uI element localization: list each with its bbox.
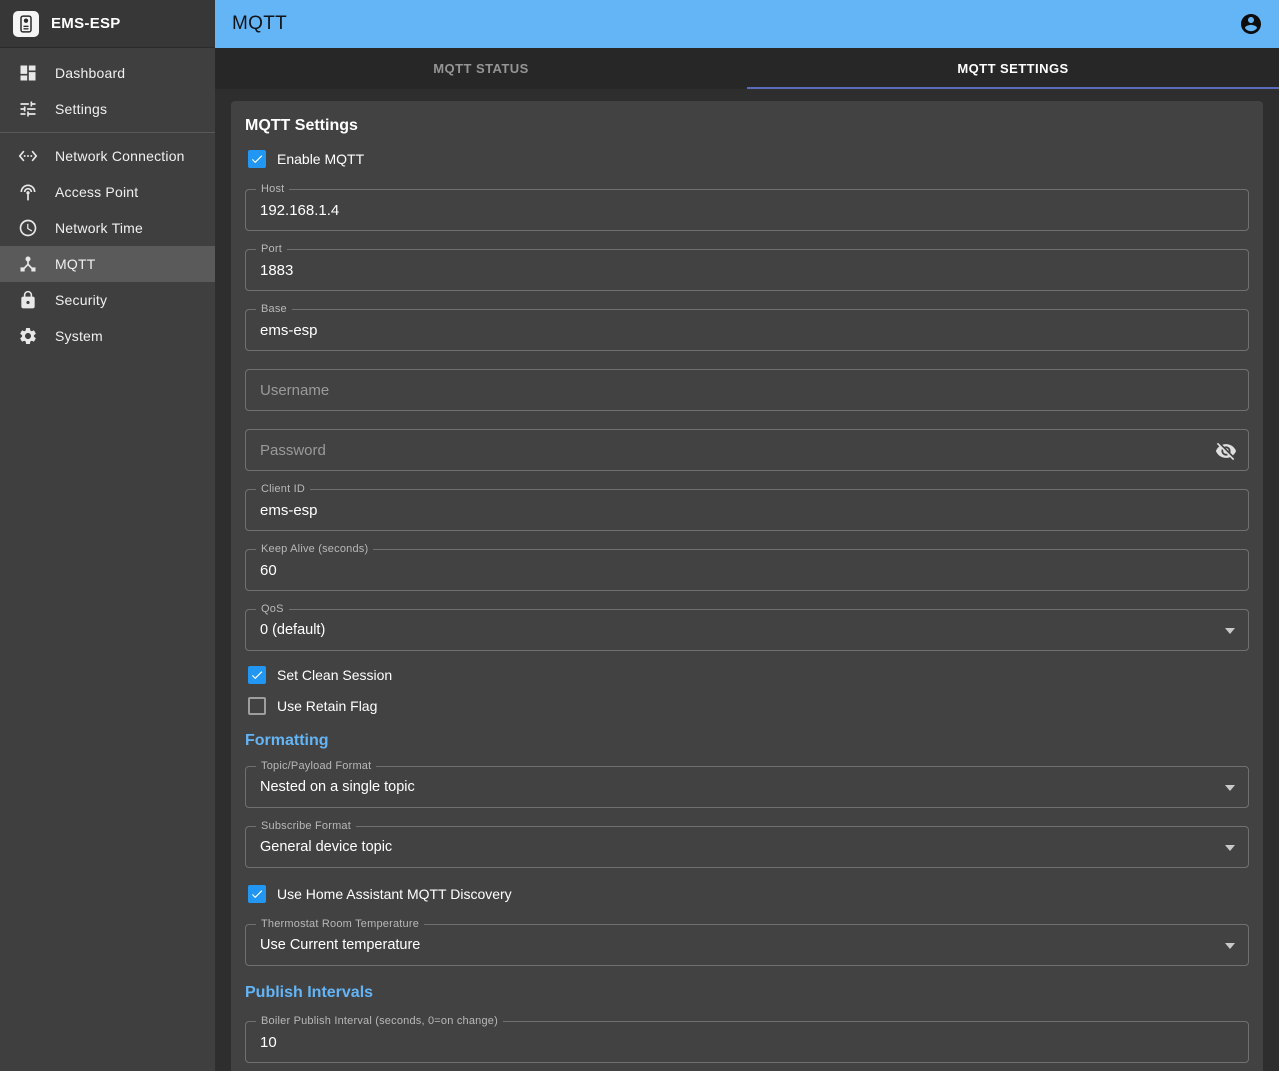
client-id-input[interactable] [246, 490, 1248, 530]
dropdown-caret-icon [1225, 628, 1235, 634]
boiler-publish-interval-input[interactable] [246, 1022, 1248, 1062]
sidebar-item-security[interactable]: Security [0, 282, 215, 318]
account-icon[interactable] [1238, 11, 1264, 37]
checkbox-icon [248, 150, 266, 168]
tabbar: MQTT STATUS MQTT SETTINGS [215, 48, 1279, 89]
mqtt-settings-card: MQTT Settings Enable MQTT Host Port [231, 101, 1263, 1071]
checkbox-label: Enable MQTT [277, 151, 364, 167]
topbar: MQTT [215, 0, 1279, 48]
field-label: Thermostat Room Temperature [256, 918, 424, 930]
thermostat-room-temp-select[interactable]: Thermostat Room Temperature Use Current … [245, 924, 1249, 966]
tab-mqtt-status[interactable]: MQTT STATUS [215, 48, 747, 89]
tune-icon [18, 99, 38, 119]
keep-alive-field: Keep Alive (seconds) [245, 549, 1249, 591]
content-area: MQTT Settings Enable MQTT Host Port [215, 89, 1279, 1071]
host-field: Host [245, 189, 1249, 231]
base-input[interactable] [246, 310, 1248, 350]
ha-discovery-checkbox[interactable]: Use Home Assistant MQTT Discovery [245, 884, 512, 904]
client-id-field: Client ID [245, 489, 1249, 531]
field-label: QoS [256, 603, 289, 615]
tab-mqtt-settings[interactable]: MQTT SETTINGS [747, 48, 1279, 89]
sidebar: EMS-ESP Dashboard Settings Network [0, 0, 215, 1071]
card-heading: MQTT Settings [245, 117, 1249, 135]
sidebar-item-label: Settings [55, 101, 107, 117]
username-field [245, 369, 1249, 411]
sidebar-item-settings[interactable]: Settings [0, 91, 215, 127]
port-input[interactable] [246, 250, 1248, 290]
sidebar-item-mqtt[interactable]: MQTT [0, 246, 215, 282]
sidebar-item-label: Dashboard [55, 65, 125, 81]
field-label: Keep Alive (seconds) [256, 543, 373, 555]
sidebar-item-network-connection[interactable]: Network Connection [0, 138, 215, 174]
keep-alive-input[interactable] [246, 550, 1248, 590]
sidebar-item-network-time[interactable]: Network Time [0, 210, 215, 246]
select-value: Use Current temperature [246, 925, 1248, 965]
base-field: Base [245, 309, 1249, 351]
dropdown-caret-icon [1225, 943, 1235, 949]
checkbox-icon [248, 885, 266, 903]
formatting-heading: Formatting [245, 732, 1249, 750]
ems-esp-logo-icon [13, 11, 39, 37]
clean-session-checkbox[interactable]: Set Clean Session [245, 665, 392, 685]
publish-intervals-heading: Publish Intervals [245, 984, 1249, 1002]
sidebar-item-dashboard[interactable]: Dashboard [0, 55, 215, 91]
subscribe-format-select[interactable]: Subscribe Format General device topic [245, 826, 1249, 868]
port-field: Port [245, 249, 1249, 291]
dropdown-caret-icon [1225, 845, 1235, 851]
field-label: Base [256, 303, 292, 315]
enable-mqtt-checkbox[interactable]: Enable MQTT [245, 149, 364, 169]
checkbox-label: Use Home Assistant MQTT Discovery [277, 886, 512, 902]
sidebar-header: EMS-ESP [0, 0, 215, 48]
sidebar-nav: Dashboard Settings Network Connection [0, 48, 215, 354]
app-title: EMS-ESP [51, 15, 121, 32]
main-area: MQTT MQTT STATUS MQTT SETTINGS MQTT Sett… [215, 0, 1279, 1071]
checkbox-label: Set Clean Session [277, 667, 392, 683]
host-input[interactable] [246, 190, 1248, 230]
select-value: General device topic [246, 827, 1248, 867]
boiler-publish-interval-field: Boiler Publish Interval (seconds, 0=on c… [245, 1021, 1249, 1063]
visibility-off-icon[interactable] [1214, 439, 1238, 463]
wifi-tethering-icon [18, 182, 38, 202]
clock-icon [18, 218, 38, 238]
sidebar-item-label: Network Connection [55, 148, 185, 164]
sidebar-item-access-point[interactable]: Access Point [0, 174, 215, 210]
ems-esp-app: EMS-ESP Dashboard Settings Network [0, 0, 1279, 1071]
field-label: Host [256, 183, 289, 195]
dropdown-caret-icon [1225, 785, 1235, 791]
username-input[interactable] [246, 370, 1248, 410]
sidebar-item-label: MQTT [55, 256, 95, 272]
qos-select[interactable]: QoS 0 (default) [245, 609, 1249, 651]
sidebar-divider [0, 132, 215, 133]
sidebar-item-label: Security [55, 292, 107, 308]
sidebar-item-system[interactable]: System [0, 318, 215, 354]
checkbox-icon [248, 666, 266, 684]
select-value: 0 (default) [246, 610, 1248, 650]
checkbox-label: Use Retain Flag [277, 698, 377, 714]
dashboard-icon [18, 63, 38, 83]
sidebar-item-label: Access Point [55, 184, 138, 200]
select-value: Nested on a single topic [246, 767, 1248, 807]
password-input[interactable] [246, 430, 1248, 470]
field-label: Topic/Payload Format [256, 760, 376, 772]
page-title: MQTT [232, 13, 287, 35]
sidebar-item-label: System [55, 328, 103, 344]
field-label: Subscribe Format [256, 820, 356, 832]
ethernet-icon [18, 146, 38, 166]
lock-icon [18, 290, 38, 310]
device-hub-icon [18, 254, 38, 274]
checkbox-icon [248, 697, 266, 715]
sidebar-item-label: Network Time [55, 220, 143, 236]
password-field [245, 429, 1249, 471]
field-label: Client ID [256, 483, 310, 495]
field-label: Boiler Publish Interval (seconds, 0=on c… [256, 1015, 503, 1027]
retain-flag-checkbox[interactable]: Use Retain Flag [245, 696, 377, 716]
topic-format-select[interactable]: Topic/Payload Format Nested on a single … [245, 766, 1249, 808]
gear-icon [18, 326, 38, 346]
field-label: Port [256, 243, 287, 255]
